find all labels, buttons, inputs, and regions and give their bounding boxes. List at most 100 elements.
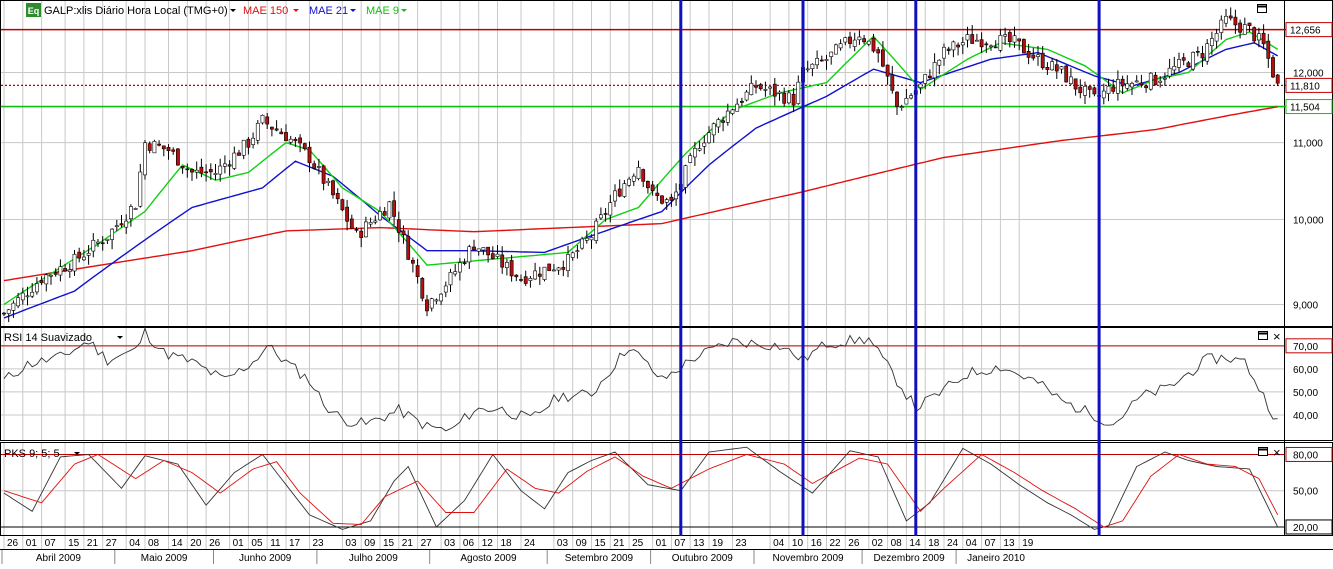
- candle-body: [82, 256, 86, 261]
- candle-body: [16, 297, 21, 307]
- candle-body: [161, 145, 166, 150]
- close-pks-icon[interactable]: ×: [1273, 445, 1281, 460]
- candle-body: [547, 263, 552, 271]
- rsi-tick-label: 60,00: [1293, 365, 1318, 376]
- day-label: 09: [364, 538, 376, 549]
- candle-body: [716, 119, 721, 128]
- candle-body: [293, 138, 298, 142]
- price-panel-frame: [0, 0, 1333, 327]
- candle-body: [730, 109, 735, 114]
- candle-body: [763, 89, 768, 91]
- price-level-label: 12,656: [1290, 26, 1321, 37]
- day-label: 24: [947, 538, 959, 549]
- candle-body: [965, 34, 970, 41]
- candle-body: [302, 143, 307, 149]
- candle-body: [1026, 50, 1031, 58]
- moving-averages: [3, 31, 1279, 319]
- month-label: Novembro 2009: [772, 553, 844, 564]
- candle-body: [984, 43, 989, 46]
- candle-body: [617, 188, 622, 197]
- candle-body: [1031, 54, 1036, 59]
- candle-body: [1007, 32, 1012, 42]
- day-label: 04: [773, 538, 785, 549]
- indicator-mae21[interactable]: MAE 21: [309, 5, 348, 17]
- close-rsi-icon[interactable]: ×: [1273, 329, 1281, 344]
- mae21-dropdown-icon[interactable]: [350, 9, 356, 12]
- candle-body: [1036, 54, 1040, 57]
- day-label: 14: [909, 538, 921, 549]
- chart-svg[interactable]: 9,000 10,000 11,000 12,000 12,656 11,810 11,50…: [0, 0, 1333, 564]
- candle-body: [72, 253, 77, 272]
- candle-body: [895, 91, 899, 107]
- candle-body: [923, 74, 928, 84]
- candle-body: [147, 143, 152, 151]
- candle-body: [739, 100, 744, 103]
- candle-body: [392, 200, 397, 217]
- candle-body: [537, 273, 542, 277]
- mae9-dropdown-icon[interactable]: [401, 9, 407, 12]
- candle-body: [768, 86, 773, 89]
- axis-labels: 9,000 10,000 11,000 12,000 12,656 11,810 11,50…: [1285, 22, 1333, 535]
- candle-body: [979, 39, 984, 48]
- candle-body: [77, 251, 82, 259]
- candle-body: [580, 238, 585, 249]
- eq-logo-text: Eq: [28, 6, 40, 16]
- day-label: 24: [524, 538, 536, 549]
- rsi-title[interactable]: RSI 14 Suavizado: [4, 332, 92, 344]
- pks-title[interactable]: PKS 9; 5; 5: [4, 448, 60, 460]
- candle-body: [796, 81, 801, 104]
- candle-body: [890, 74, 895, 91]
- candle-body: [326, 180, 331, 184]
- instrument-dropdown-icon[interactable]: [230, 9, 236, 12]
- candle-body: [401, 230, 406, 236]
- candle-body: [223, 163, 227, 167]
- candle-body: [528, 278, 533, 281]
- candle-body: [1219, 19, 1224, 33]
- candle-body: [298, 137, 303, 144]
- indicator-mae9[interactable]: MAE 9: [366, 5, 399, 17]
- candle-body: [697, 148, 702, 151]
- candle-body: [105, 238, 110, 241]
- price-tick-label: 10,000: [1293, 216, 1324, 227]
- candle-body: [246, 138, 251, 148]
- candle-body: [937, 59, 942, 66]
- candle-body: [1069, 76, 1073, 84]
- candle-body: [1205, 43, 1210, 62]
- candle-body: [1144, 85, 1149, 89]
- candle-body: [208, 169, 213, 173]
- candle-body: [584, 237, 589, 241]
- price-level-label: 11,810: [1290, 81, 1320, 92]
- candle-body: [519, 279, 523, 281]
- candle-body: [880, 49, 885, 67]
- candle-body: [899, 106, 904, 108]
- candle-body: [960, 42, 965, 46]
- day-label: 23: [313, 538, 325, 549]
- candle-body: [829, 51, 834, 57]
- candle-body: [434, 299, 439, 302]
- candle-body: [410, 259, 415, 264]
- candle-body: [702, 142, 707, 147]
- indicator-mae150[interactable]: MAE 150: [243, 5, 288, 17]
- candle-body: [176, 148, 180, 166]
- candle-body: [321, 165, 326, 184]
- month-label: Setembro 2009: [565, 553, 634, 564]
- candle-body: [349, 218, 354, 229]
- candle-body: [373, 220, 378, 223]
- candle-body: [378, 211, 382, 221]
- mae150-dropdown-icon[interactable]: [293, 9, 299, 12]
- candle-body: [735, 103, 740, 112]
- instrument-title[interactable]: GALP:xlis Diário Hora Local (TMG+0): [44, 5, 228, 17]
- day-label: 07: [985, 538, 997, 549]
- candle-body: [683, 165, 688, 188]
- candle-body: [810, 63, 815, 69]
- candle-body: [1087, 86, 1092, 90]
- candle-body: [622, 183, 627, 197]
- rsi-dropdown-icon[interactable]: [117, 336, 123, 339]
- candle-body: [1210, 38, 1214, 46]
- candle-body: [608, 202, 613, 216]
- candle-body: [1054, 64, 1059, 72]
- day-label: 08: [891, 538, 903, 549]
- day-label: 20: [190, 538, 202, 549]
- candle-body: [1233, 16, 1238, 26]
- day-label: 27: [421, 538, 433, 549]
